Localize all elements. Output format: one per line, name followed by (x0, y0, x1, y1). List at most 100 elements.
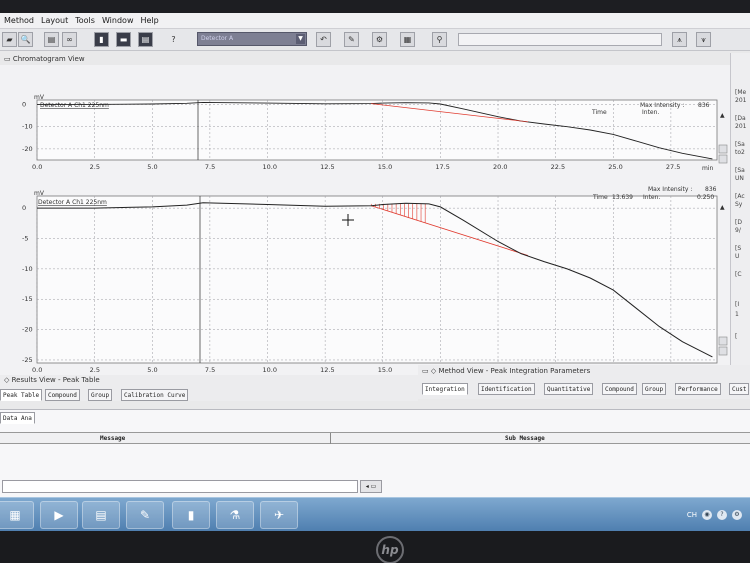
edit-icon[interactable]: ✎ (344, 32, 359, 47)
info-line: [Sa (735, 141, 745, 148)
top-time-label: Time (591, 109, 607, 116)
info-line: to2 (735, 149, 745, 156)
menu-method[interactable]: Method (4, 16, 34, 25)
top-plot-frame (36, 99, 718, 161)
method-view: ▭ ◇ Method View - Peak Integration Param… (418, 365, 750, 399)
menu-tools[interactable]: Tools (75, 16, 95, 25)
info-line: [S (735, 245, 742, 252)
tab-peak-table[interactable]: Peak Table (0, 389, 43, 401)
report-icon[interactable]: ▦ (400, 32, 415, 47)
main-inten-label: Inten. (643, 194, 660, 201)
tab-performance[interactable]: Performance (675, 383, 721, 395)
peak-icon[interactable]: ⩚ (672, 32, 687, 47)
settings-icon[interactable]: ⚙ (372, 32, 387, 47)
menu-help[interactable]: Help (140, 16, 158, 25)
layout-single-icon[interactable]: ▮ (94, 32, 109, 47)
x-tick-label: 17.5 (435, 163, 449, 171)
start-orb-icon[interactable]: ▦ (0, 501, 34, 529)
notes-icon[interactable]: ✎ (126, 501, 164, 529)
message-table-header: Message Sub Message (0, 432, 750, 444)
menu-window[interactable]: Window (102, 16, 134, 25)
top-plot-unit: mV (34, 94, 45, 101)
x-tick-label: 10.0 (263, 366, 277, 374)
network-icon[interactable]: ◉ (702, 510, 712, 520)
top-plot-x-ticks: 0.0 2.5 5.0 7.5 10.0 12.5 15.0 17.5 20.0 22.5 25.0… (32, 163, 680, 171)
windows-taskbar: ▦ ▶ ▤ ✎ ▮ ⚗ ✈ CH ◉ ? ⚙ (0, 497, 750, 531)
help-icon[interactable]: ? (166, 32, 181, 47)
message-area: Data Ana Message Sub Message ◂ ▭ (0, 409, 750, 499)
y-tick-label: -5 (22, 235, 28, 243)
x-tick-label: 0.0 (32, 366, 42, 374)
x-tick-label: 0.0 (32, 163, 42, 171)
tab-identification[interactable]: Identification (478, 383, 535, 395)
layout-stack-icon[interactable]: ▤ (138, 32, 153, 47)
tab-quantitative[interactable]: Quantitative (544, 383, 594, 395)
column-sub-message[interactable]: Sub Message (505, 433, 545, 444)
main-zoom-out-icon[interactable] (718, 346, 728, 356)
top-zoom-out-icon[interactable] (718, 154, 728, 164)
expand-icon[interactable]: ◇ (4, 376, 12, 384)
hp-logo: hp (376, 536, 404, 563)
menu-layout[interactable]: Layout (41, 16, 68, 25)
x-tick-label: 5.0 (147, 366, 157, 374)
peak-edit-icon[interactable]: ⩛ (696, 32, 711, 47)
run-icon[interactable]: ⚲ (432, 32, 447, 47)
zoom-icon[interactable]: 🔍 (18, 32, 33, 47)
undo-icon[interactable]: ↶ (316, 32, 331, 47)
settings-tray-icon[interactable]: ⚙ (732, 510, 742, 520)
document-icon[interactable]: ▤ (82, 501, 120, 529)
media-player-icon[interactable]: ▶ (40, 501, 78, 529)
app-icon[interactable]: ✈ (260, 501, 298, 529)
x-tick-label: 15.0 (378, 163, 392, 171)
method-view-title: ▭ ◇ Method View - Peak Integration Param… (422, 367, 591, 375)
tab-data-analysis[interactable]: Data Ana (0, 412, 35, 424)
y-tick-label: -25 (22, 356, 33, 364)
menu-bar: Method Layout Tools Window Help (0, 13, 750, 29)
info-line: [I (735, 301, 740, 308)
chromatogram-panel[interactable]: mV Detector A Ch1 225nm Max Intensity : … (0, 65, 730, 375)
top-plot-channel-label: Detector A Ch1 225nm (40, 102, 109, 109)
binoculars-icon[interactable]: ∞ (62, 32, 77, 47)
tab-custom[interactable]: Cust (729, 383, 750, 395)
expand-icon[interactable]: ▭ ◇ (422, 367, 438, 375)
top-x-unit: min (702, 165, 714, 172)
tab-compound[interactable]: Compound (602, 383, 637, 395)
layout-split-icon[interactable]: ▬ (116, 32, 131, 47)
main-zoom-in-icon[interactable] (718, 336, 728, 346)
main-plot-channel-label: Detector A Ch1 225nm (38, 199, 107, 206)
tool-icon[interactable]: ▰ (2, 32, 17, 47)
print-icon[interactable]: ▤ (44, 32, 59, 47)
top-max-intensity-value: 836 (698, 102, 710, 109)
top-inten-label: Inten. (642, 109, 659, 116)
tab-group[interactable]: Group (642, 383, 667, 395)
command-scroll-button[interactable]: ◂ ▭ (360, 480, 382, 493)
x-tick-label: 7.5 (205, 366, 215, 374)
chromatogram-view-title: ▭ Chromatogram View (4, 55, 85, 63)
x-tick-label: 7.5 (205, 163, 215, 171)
column-message[interactable]: Message (100, 433, 125, 444)
chart-app-icon[interactable]: ▮ (172, 501, 210, 529)
tab-compound[interactable]: Compound (45, 389, 80, 401)
top-scroll-up-icon[interactable]: ▲ (720, 112, 725, 119)
x-tick-label: 20.0 (493, 163, 507, 171)
command-input[interactable] (2, 480, 358, 493)
tab-integration[interactable]: Integration (422, 383, 468, 395)
main-inten-value: 0.250 (697, 194, 714, 201)
method-info-column: [Me 201 [Da 201 [Sa to2 [Sa UN [Ac Sy [D… (730, 53, 750, 373)
detector-select[interactable]: Detector A ▼ (197, 32, 307, 46)
lab-software-icon[interactable]: ⚗ (216, 501, 254, 529)
chevron-down-icon[interactable]: ▼ (296, 34, 305, 44)
info-line: 9/ (735, 227, 741, 234)
x-tick-label: 27.5 (666, 163, 680, 171)
y-tick-label: -10 (22, 123, 33, 131)
language-indicator[interactable]: CH (687, 511, 697, 519)
help-tray-icon[interactable]: ? (717, 510, 727, 520)
tab-group[interactable]: Group (88, 389, 113, 401)
main-scroll-up-icon[interactable]: ▲ (720, 204, 725, 211)
info-line: [Ac (735, 193, 745, 200)
column-divider[interactable] (330, 433, 331, 444)
monitor-top-bezel (0, 0, 750, 13)
chromatogram-chart[interactable]: mV Detector A Ch1 225nm Max Intensity : … (0, 65, 730, 375)
top-zoom-in-icon[interactable] (718, 144, 728, 154)
tab-calibration-curve[interactable]: Calibration Curve (121, 389, 189, 401)
